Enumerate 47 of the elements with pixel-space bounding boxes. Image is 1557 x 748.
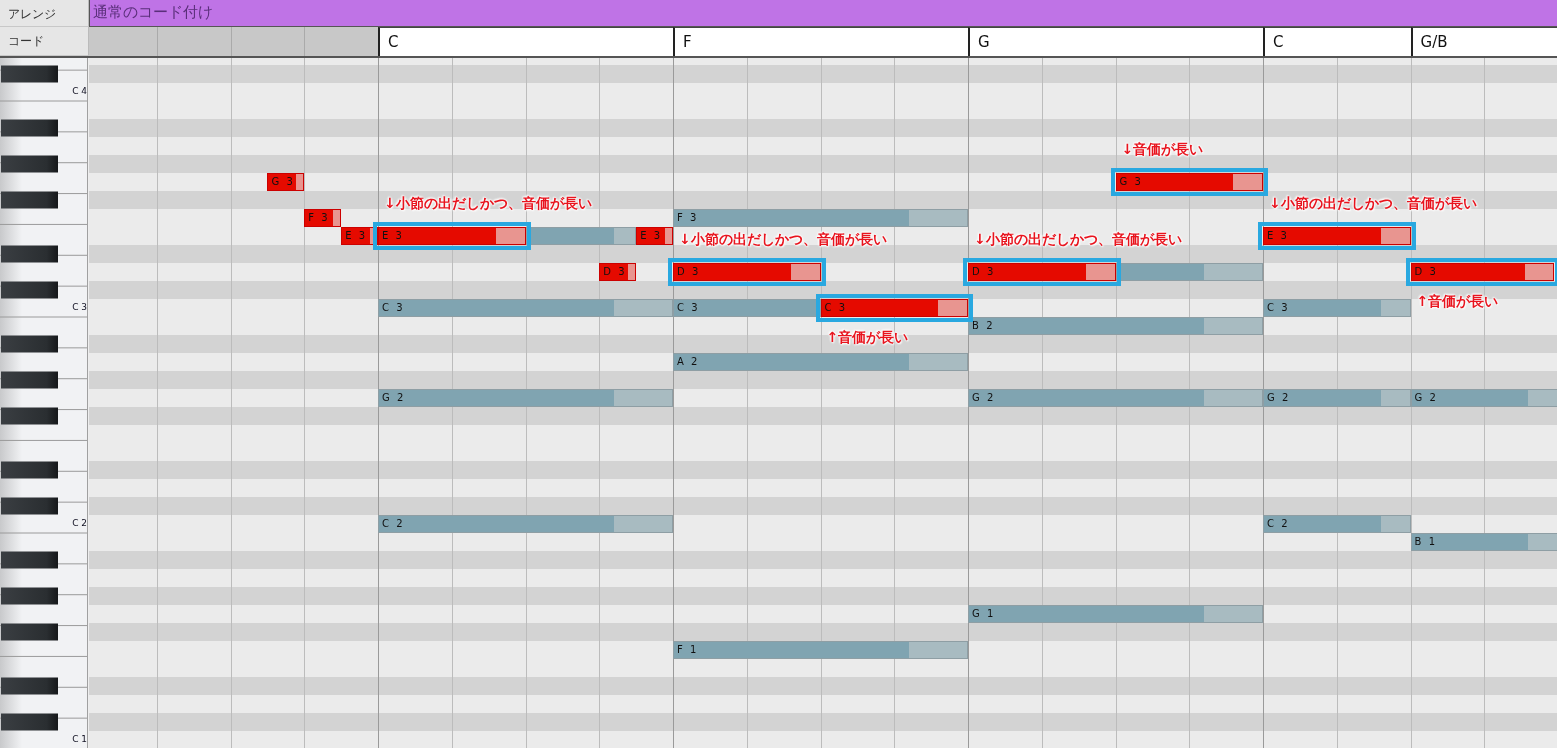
chord-cell[interactable]: G/B	[1410, 27, 1557, 56]
highlighted-note[interactable]: D 3	[668, 258, 826, 286]
note-bar[interactable]: C 3	[673, 299, 821, 317]
highlighted-note[interactable]: D 3	[963, 258, 1121, 286]
chord-cell[interactable]: C	[378, 27, 674, 56]
highlighted-note[interactable]: G 3	[1110, 168, 1269, 196]
annotation-text: ↑音価が長い	[826, 329, 909, 347]
track-label: アレンジ	[8, 7, 56, 21]
note-bar[interactable]: C 2	[378, 515, 674, 533]
note-bar[interactable]: C 3	[1263, 299, 1411, 317]
note-bar[interactable]	[1115, 263, 1264, 281]
note-bar[interactable]: G 2	[968, 389, 1264, 407]
octave-label: C 4	[72, 86, 87, 96]
chord-cell[interactable]: C	[1263, 27, 1411, 56]
highlighted-note[interactable]: C 3	[815, 294, 974, 322]
note-bar[interactable]: E 3	[636, 227, 674, 245]
annotation-text: ↓小節の出だしかつ、音価が長い	[679, 231, 887, 249]
note-bar[interactable]: B 2	[968, 317, 1264, 335]
note-bar[interactable]: A 2	[673, 353, 969, 371]
note-bar[interactable]: G 1	[968, 605, 1264, 623]
octave-label: C 1	[72, 734, 87, 744]
note-bar[interactable]: G 2	[1410, 389, 1557, 407]
note-bar[interactable]: G 3	[267, 173, 305, 191]
note-bar[interactable]: F 1	[673, 641, 969, 659]
highlighted-note[interactable]: D 3	[1405, 258, 1557, 286]
note-bar[interactable]: C 2	[1263, 515, 1411, 533]
note-bar[interactable]: F 3	[673, 209, 969, 227]
annotation-text: ↓小節の出だしかつ、音価が長い	[384, 195, 592, 213]
track-label: コード	[8, 34, 44, 48]
highlighted-note[interactable]: E 3	[1258, 222, 1416, 250]
octave-label: C 3	[72, 302, 87, 312]
note-bar[interactable]: D 3	[599, 263, 637, 281]
annotation-text: ↑音価が長い	[1416, 293, 1499, 311]
highlighted-note[interactable]: E 3	[373, 222, 531, 250]
chord-cell[interactable]: G	[968, 27, 1264, 56]
note-bar[interactable]: G 2	[1263, 389, 1411, 407]
piano-keyboard-drawing[interactable]	[0, 58, 88, 748]
note-bar[interactable]: F 3	[304, 209, 342, 227]
octave-label: C 2	[72, 518, 87, 528]
annotation-text: ↓小節の出だしかつ、音価が長い	[1269, 195, 1477, 213]
note-bar[interactable]: G 2	[378, 389, 674, 407]
chord-cell[interactable]: F	[673, 27, 969, 56]
note-bar[interactable]: C 3	[378, 299, 674, 317]
note-bar[interactable]	[525, 227, 637, 245]
note-bar[interactable]: B 1	[1410, 533, 1557, 551]
annotation-text: ↓音価が長い	[1121, 141, 1204, 159]
annotation-text: ↓小節の出だしかつ、音価が長い	[974, 231, 1182, 249]
